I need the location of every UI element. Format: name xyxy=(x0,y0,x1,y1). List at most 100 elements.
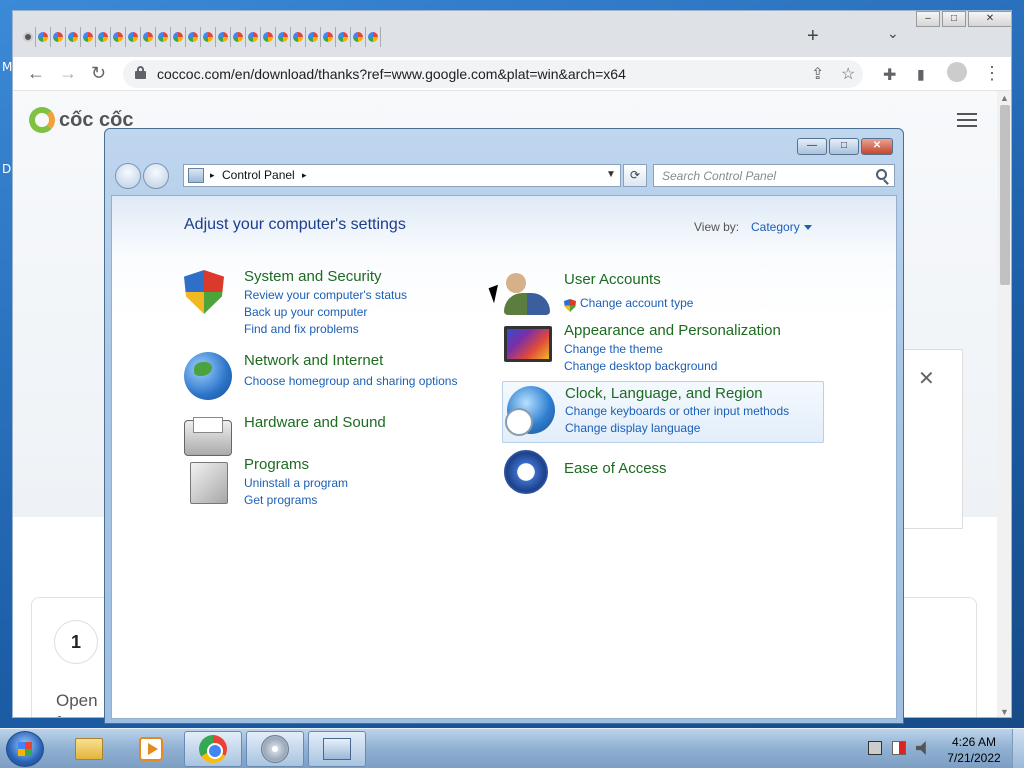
category-title[interactable]: User Accounts xyxy=(564,271,661,288)
category-link[interactable]: Uninstall a program xyxy=(244,476,348,490)
desktop-icon-label[interactable]: D xyxy=(2,162,11,176)
programs-box-icon[interactable] xyxy=(190,462,228,504)
maximize-button[interactable]: □ xyxy=(829,138,859,155)
side-panel-icon[interactable]: ▮ xyxy=(917,66,925,83)
taskbar-disc[interactable] xyxy=(246,731,304,767)
browser-tab[interactable] xyxy=(246,27,261,47)
chrome-menu-icon[interactable]: ⋮ xyxy=(983,63,1001,84)
lock-icon[interactable] xyxy=(135,66,146,80)
category-title[interactable]: System and Security xyxy=(244,268,382,285)
category-title[interactable]: Appearance and Personalization xyxy=(564,322,781,339)
browser-tab[interactable] xyxy=(171,27,186,47)
browser-tab[interactable] xyxy=(36,27,51,47)
shield-icon[interactable] xyxy=(184,270,224,314)
browser-tab[interactable] xyxy=(21,27,36,47)
view-by-dropdown[interactable]: Category xyxy=(751,220,812,234)
category-link[interactable]: Find and fix problems xyxy=(244,322,359,336)
monitor-icon[interactable] xyxy=(504,326,552,362)
browser-tab[interactable] xyxy=(276,27,291,47)
action-center-flag-icon[interactable] xyxy=(892,741,906,755)
category-link[interactable]: Change account type xyxy=(580,296,693,310)
browser-tab[interactable] xyxy=(231,27,246,47)
minimize-button[interactable]: – xyxy=(916,11,940,27)
browser-tab[interactable] xyxy=(111,27,126,47)
browser-tab[interactable] xyxy=(351,27,366,47)
browser-tab[interactable] xyxy=(126,27,141,47)
browser-tab[interactable] xyxy=(186,27,201,47)
profile-avatar[interactable] xyxy=(947,62,967,82)
chevron-down-icon[interactable] xyxy=(803,225,812,231)
clock-date[interactable]: 7/21/2022 xyxy=(940,751,1008,765)
category-link[interactable]: Review your computer's status xyxy=(244,288,407,302)
taskbar-media-player[interactable] xyxy=(122,731,180,767)
ease-of-access-icon[interactable] xyxy=(504,450,548,494)
browser-tab[interactable] xyxy=(51,27,66,47)
category-title[interactable]: Ease of Access xyxy=(564,460,667,477)
browser-tab[interactable] xyxy=(216,27,231,47)
url-text[interactable]: coccoc.com/en/download/thanks?ref=www.go… xyxy=(157,66,626,82)
browser-tab[interactable] xyxy=(66,27,81,47)
category-title[interactable]: Network and Internet xyxy=(244,352,383,369)
taskbar-control-panel[interactable] xyxy=(308,731,366,767)
category-title[interactable]: Programs xyxy=(244,456,309,473)
browser-tab[interactable] xyxy=(81,27,96,47)
breadcrumb-control-panel[interactable]: Control Panel xyxy=(222,168,295,182)
browser-tab[interactable] xyxy=(201,27,216,47)
show-desktop-button[interactable] xyxy=(1012,729,1024,768)
category-title[interactable]: Hardware and Sound xyxy=(244,414,386,431)
printer-icon[interactable] xyxy=(184,417,232,456)
category-link[interactable]: Choose homegroup and sharing options xyxy=(244,374,457,388)
close-icon[interactable]: ✕ xyxy=(918,366,935,391)
network-globe-icon[interactable] xyxy=(184,352,232,400)
breadcrumb-arrow-icon[interactable]: ▸ xyxy=(302,170,307,181)
extensions-icon[interactable]: ✚ xyxy=(883,65,896,85)
address-dropdown-icon[interactable]: ▼ xyxy=(606,169,616,180)
browser-tab[interactable] xyxy=(306,27,321,47)
view-by-value[interactable]: Category xyxy=(751,220,800,234)
breadcrumb-arrow-icon[interactable]: ▸ xyxy=(210,170,215,181)
hamburger-menu-icon[interactable] xyxy=(957,113,977,127)
browser-tab[interactable] xyxy=(261,27,276,47)
category-title[interactable]: Clock, Language, and Region xyxy=(565,385,763,402)
volume-icon[interactable] xyxy=(916,741,926,755)
address-bar[interactable]: ▸ Control Panel ▸ ▼ xyxy=(183,164,621,187)
new-tab-button[interactable]: + xyxy=(807,25,819,48)
page-scrollbar[interactable]: ▲ ▼ xyxy=(997,91,1011,717)
back-button[interactable] xyxy=(115,163,141,189)
category-link[interactable]: Change the theme xyxy=(564,342,663,356)
forward-button[interactable] xyxy=(143,163,169,189)
address-bar[interactable]: coccoc.com/en/download/thanks?ref=www.go… xyxy=(123,60,863,88)
clock-globe-icon[interactable] xyxy=(505,386,555,436)
share-icon[interactable]: ⇪ xyxy=(811,64,824,84)
network-tray-icon[interactable] xyxy=(868,741,882,755)
category-link[interactable]: Back up your computer xyxy=(244,305,367,319)
scroll-up-arrow-icon[interactable]: ▲ xyxy=(1000,93,1009,103)
reload-icon[interactable]: ↻ xyxy=(91,63,106,84)
close-button[interactable]: ✕ xyxy=(968,11,1011,27)
search-input[interactable] xyxy=(654,165,864,186)
browser-tab[interactable] xyxy=(96,27,111,47)
category-link[interactable]: Change keyboards or other input methods xyxy=(565,404,789,418)
tab-search-button[interactable]: ⌄ xyxy=(887,25,899,42)
taskbar-explorer[interactable] xyxy=(60,731,118,767)
browser-tab[interactable] xyxy=(291,27,306,47)
users-icon[interactable] xyxy=(504,271,552,319)
bookmark-star-icon[interactable]: ☆ xyxy=(841,64,855,84)
back-icon[interactable]: ← xyxy=(27,63,45,84)
browser-tab[interactable] xyxy=(156,27,171,47)
category-clock-language-and-region[interactable]: Clock, Language, and Region Change keybo… xyxy=(502,381,824,443)
start-button[interactable] xyxy=(6,731,44,767)
refresh-button[interactable]: ⟳ xyxy=(623,164,647,187)
browser-tab[interactable] xyxy=(141,27,156,47)
browser-tab[interactable] xyxy=(321,27,336,47)
scrollbar-thumb[interactable] xyxy=(1000,105,1010,285)
taskbar-chrome[interactable] xyxy=(184,731,242,767)
category-link[interactable]: Get programs xyxy=(244,493,317,507)
clock-time[interactable]: 4:26 AM xyxy=(946,735,1002,749)
scroll-down-arrow-icon[interactable]: ▼ xyxy=(1000,707,1009,717)
category-link[interactable]: Change desktop background xyxy=(564,359,717,373)
forward-icon[interactable]: → xyxy=(59,63,77,84)
browser-tab[interactable] xyxy=(366,27,381,47)
category-link[interactable]: Change display language xyxy=(565,421,700,435)
desktop-icon-label[interactable]: M xyxy=(2,60,12,74)
